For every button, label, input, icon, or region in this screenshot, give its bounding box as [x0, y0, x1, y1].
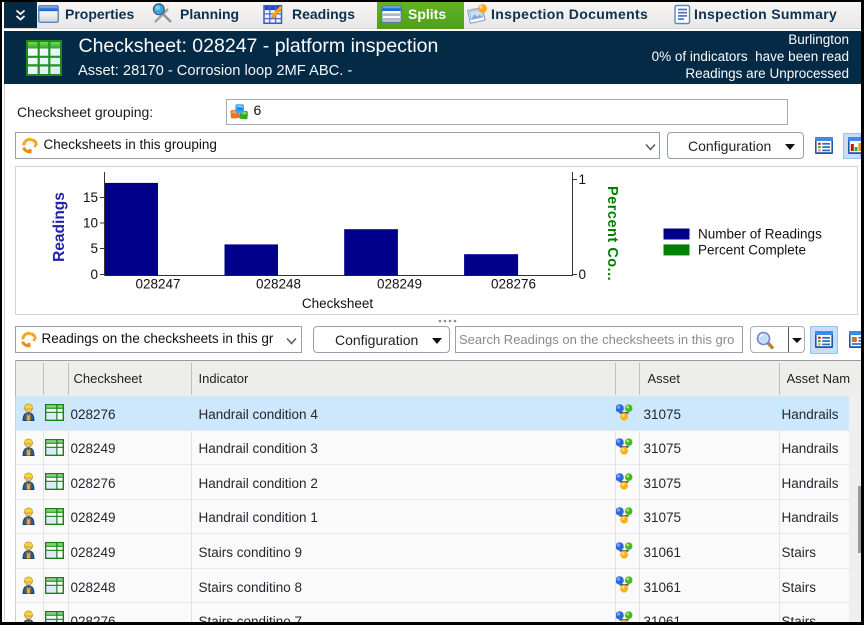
svg-text:5: 5 — [90, 241, 98, 256]
svg-text:Checksheet: Checksheet — [301, 296, 373, 311]
svg-text:0: 0 — [90, 267, 98, 282]
svg-text:Percent Co...: Percent Co... — [604, 186, 620, 281]
svg-text:Readings: Readings — [51, 192, 68, 262]
svg-text:028247: 028247 — [135, 276, 180, 291]
svg-text:028248: 028248 — [255, 276, 300, 291]
svg-text:028276: 028276 — [490, 276, 535, 291]
svg-text:Percent Complete: Percent Complete — [698, 242, 806, 257]
svg-text:10: 10 — [82, 215, 97, 230]
svg-text:028249: 028249 — [376, 276, 421, 291]
svg-text:15: 15 — [82, 190, 97, 205]
svg-text:1: 1 — [578, 172, 586, 187]
svg-text:Number of Readings: Number of Readings — [698, 226, 822, 241]
svg-text:0: 0 — [578, 267, 586, 282]
